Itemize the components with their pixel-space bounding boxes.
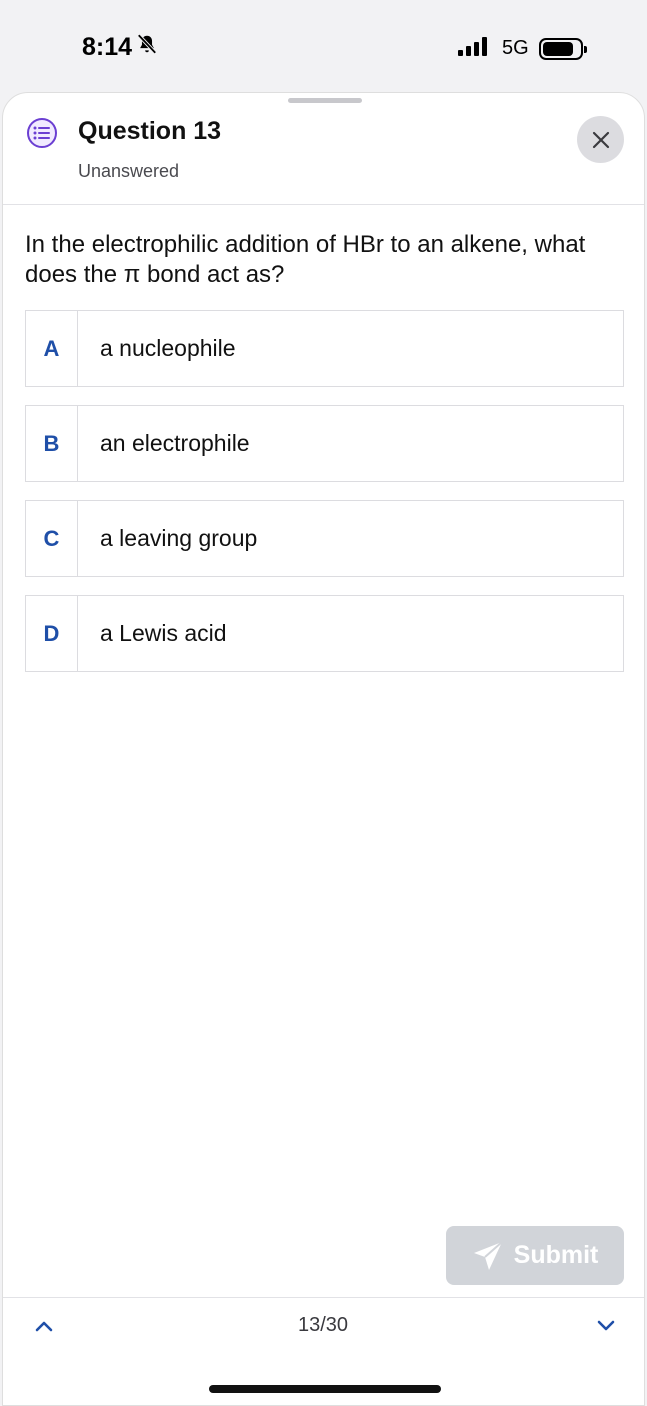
option-c[interactable]: C a leaving group (25, 500, 624, 577)
battery-tip (583, 45, 587, 53)
footer-divider (3, 1297, 644, 1298)
answer-options: A a nucleophile B an electrophile C a le… (25, 310, 624, 690)
option-d[interactable]: D a Lewis acid (25, 595, 624, 672)
option-letter: D (26, 596, 78, 671)
chevron-down-icon (597, 1320, 615, 1331)
home-indicator[interactable] (209, 1385, 441, 1393)
option-text: an electrophile (100, 430, 250, 456)
previous-question-button[interactable] (31, 1313, 57, 1339)
question-text: In the electrophilic addition of HBr to … (25, 231, 586, 288)
option-a[interactable]: A a nucleophile (25, 310, 624, 387)
network-label: 5G (502, 37, 529, 59)
chevron-up-icon (35, 1321, 53, 1332)
question-title: Question 13 (78, 117, 222, 145)
question-counter: 13/30 (297, 1314, 349, 1336)
option-letter: C (26, 501, 78, 576)
battery-icon (538, 37, 587, 60)
question-sheet: Question 13 Unanswered In the electrophi… (2, 92, 645, 1406)
submit-button[interactable]: Submit (446, 1226, 624, 1285)
submit-label: Submit (513, 1241, 599, 1269)
question-header: Question 13 Unanswered (3, 93, 644, 205)
status-time-group: 8:14 (82, 33, 158, 62)
status-bar: 8:14 5G (0, 0, 647, 92)
next-question-button[interactable] (593, 1313, 619, 1339)
option-text: a leaving group (100, 525, 258, 551)
option-text: a Lewis acid (100, 620, 227, 646)
close-button[interactable] (577, 116, 624, 163)
option-b[interactable]: B an electrophile (25, 405, 624, 482)
status-indicators: 5G (458, 36, 587, 61)
status-time: 8:14 (82, 33, 133, 61)
cellular-signal-icon (458, 36, 492, 61)
chat-list-icon (27, 118, 57, 148)
battery-level (542, 41, 574, 56)
close-icon (592, 131, 609, 148)
bell-slash-icon (136, 33, 158, 62)
header-divider (3, 204, 644, 205)
send-icon (473, 1240, 503, 1270)
option-letter: A (26, 311, 78, 386)
option-letter: B (26, 406, 78, 481)
question-status: Unanswered (78, 161, 180, 181)
option-text: a nucleophile (100, 335, 236, 361)
